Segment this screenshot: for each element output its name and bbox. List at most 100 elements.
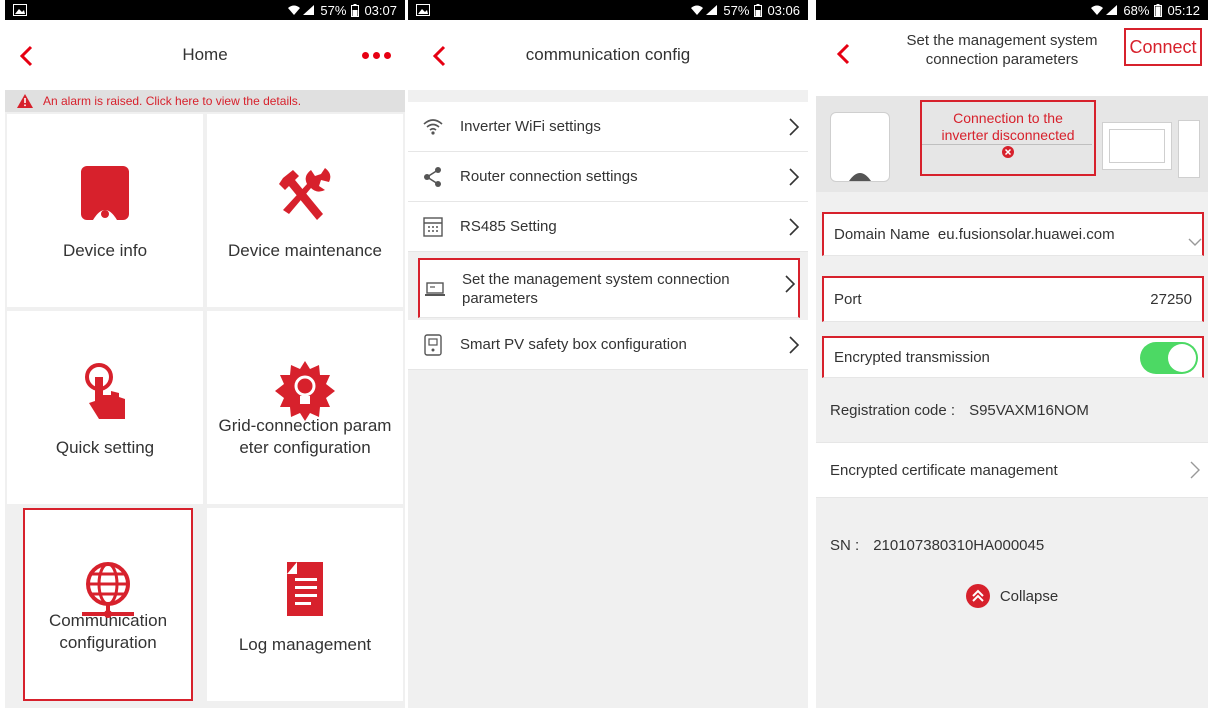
- sn-label: SN :: [830, 536, 860, 554]
- connection-status-text: Connection to the inverter disconnected: [941, 110, 1075, 143]
- home-menu-grid: Device info Device maintenance Quick set…: [5, 114, 405, 701]
- encrypted-transmission-label: Encrypted transmission: [834, 349, 990, 366]
- chevron-right-icon: [789, 167, 800, 186]
- encrypted-transmission-row: Encrypted transmission: [822, 336, 1204, 378]
- tile-device-info[interactable]: Device info: [7, 114, 203, 307]
- rs485-icon: [423, 216, 443, 237]
- port-field[interactable]: Port 27250: [822, 276, 1204, 322]
- battery-icon: [1154, 3, 1163, 17]
- list-item-label: Set the management system connection par…: [462, 270, 730, 307]
- management-system-params-screen: 68% 05:12 Set the management system conn…: [816, 0, 1208, 708]
- page-title: communication config: [525, 45, 691, 64]
- computer-illustration: [1102, 122, 1172, 170]
- collapse-label: Collapse: [999, 587, 1059, 605]
- list-item-rs485-setting[interactable]: RS485 Setting: [408, 202, 808, 252]
- chevron-right-icon: [785, 275, 796, 293]
- alarm-banner[interactable]: An alarm is raised. Click here to view t…: [5, 90, 405, 112]
- status-bar: 57% 03:06: [408, 0, 808, 20]
- huawei-logo-icon: [849, 173, 871, 181]
- laptop-icon: [425, 281, 445, 296]
- registration-code-row: Registration code : S95VAXM16NOM: [816, 378, 1208, 442]
- disconnected-icon: [1002, 146, 1014, 158]
- sn-value: 210107380310HA000045: [873, 536, 1045, 554]
- gallery-icon: [13, 4, 27, 16]
- registration-code-label: Registration code :: [830, 401, 956, 419]
- tile-label: Grid-connection param eter configuration: [218, 416, 392, 457]
- certificate-management-label: Encrypted certificate management: [830, 461, 1058, 479]
- inverter-icon: [81, 166, 129, 220]
- list-item-router-connection[interactable]: Router connection settings: [408, 152, 808, 202]
- globe-network-icon: [82, 562, 134, 618]
- connect-label: Connect: [1129, 36, 1197, 57]
- warning-icon: [17, 94, 33, 108]
- list-item-label: RS485 Setting: [460, 218, 557, 235]
- page-title: Home: [182, 45, 228, 64]
- safety-box-icon: [424, 333, 442, 356]
- domain-name-label: Domain Name: [834, 226, 930, 243]
- log-document-icon: [287, 562, 323, 616]
- battery-icon: [754, 3, 763, 17]
- back-arrow-icon[interactable]: [428, 44, 452, 68]
- tile-device-maintenance[interactable]: Device maintenance: [207, 114, 403, 307]
- port-value: 27250: [1150, 291, 1192, 308]
- list-item-smart-pv-safety-box[interactable]: Smart PV safety box configuration: [408, 320, 808, 370]
- app-bar: Home: [5, 20, 405, 90]
- tile-label: Log management: [238, 635, 372, 654]
- app-bar: communication config: [408, 20, 808, 90]
- collapse-button[interactable]: Collapse: [816, 584, 1208, 608]
- communication-config-screen: 57% 03:06 communication config Inverter …: [408, 0, 808, 708]
- battery-level: 57%: [723, 2, 750, 18]
- page-title: Set the management system connection par…: [906, 32, 1098, 68]
- chevron-right-icon: [789, 217, 800, 236]
- back-arrow-icon[interactable]: [15, 44, 39, 68]
- bulb-gear-icon: [275, 361, 335, 421]
- chevron-down-icon: [1188, 238, 1202, 246]
- divider: [408, 252, 808, 256]
- wifi-icon: [423, 118, 443, 135]
- wifi-signal-icon: [287, 4, 315, 16]
- battery-level: 57%: [320, 2, 347, 18]
- gallery-icon: [416, 4, 430, 16]
- back-arrow-icon[interactable]: [832, 42, 856, 66]
- encrypted-certificate-management[interactable]: Encrypted certificate management: [816, 442, 1208, 498]
- app-bar: Set the management system connection par…: [816, 20, 1208, 96]
- inverter-illustration: [830, 112, 890, 182]
- list-item-management-system-params[interactable]: Set the management system connection par…: [418, 258, 800, 318]
- battery-level: 68%: [1123, 2, 1150, 18]
- clock-time: 03:06: [767, 2, 800, 18]
- list-item-label: Inverter WiFi settings: [460, 118, 601, 135]
- sn-row: SN : 210107380310HA000045: [816, 498, 1208, 584]
- list-item-label: Router connection settings: [460, 168, 638, 185]
- encrypted-transmission-toggle[interactable]: [1140, 341, 1198, 374]
- status-bar: 57% 03:07: [5, 0, 405, 20]
- tile-quick-setting[interactable]: Quick setting: [7, 311, 203, 504]
- collapse-icon: [965, 584, 990, 608]
- tower-illustration: [1178, 120, 1200, 178]
- wifi-signal-icon: [690, 4, 718, 16]
- chevron-right-icon: [789, 117, 800, 136]
- registration-code-value: S95VAXM16NOM: [969, 401, 1089, 419]
- more-options-icon[interactable]: [362, 52, 391, 59]
- status-bar: 68% 05:12: [816, 0, 1208, 20]
- domain-name-field[interactable]: Domain Name eu.fusionsolar.huawei.com: [822, 212, 1204, 256]
- tools-icon: [279, 168, 331, 220]
- settings-list: Inverter WiFi settings Router connection…: [408, 102, 808, 370]
- chevron-right-icon: [789, 335, 800, 354]
- clock-time: 05:12: [1167, 2, 1200, 18]
- list-item-inverter-wifi[interactable]: Inverter WiFi settings: [408, 102, 808, 152]
- tile-label: Device maintenance: [227, 241, 383, 260]
- tile-log-management[interactable]: Log management: [207, 508, 403, 701]
- alarm-text: An alarm is raised. Click here to view t…: [43, 94, 302, 108]
- connection-status-box: Connection to the inverter disconnected: [920, 100, 1096, 176]
- chevron-right-icon: [1190, 461, 1200, 479]
- connection-illustration: Connection to the inverter disconnected: [816, 96, 1208, 192]
- tile-label: Quick setting: [55, 438, 155, 457]
- touch-hand-icon: [85, 363, 125, 419]
- share-icon: [424, 166, 441, 187]
- domain-name-value: eu.fusionsolar.huawei.com: [937, 226, 1115, 243]
- connect-button[interactable]: Connect: [1124, 28, 1202, 66]
- tile-communication-configuration[interactable]: Communication configuration: [23, 508, 193, 701]
- home-screen: 57% 03:07 Home An alarm is raised. Click…: [5, 0, 405, 708]
- tile-grid-connection[interactable]: Grid-connection param eter configuration: [207, 311, 403, 504]
- clock-time: 03:07: [364, 2, 397, 18]
